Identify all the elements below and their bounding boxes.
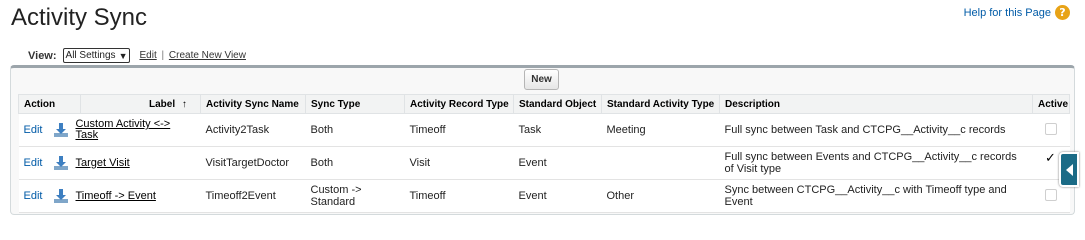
active-checkbox (1045, 122, 1057, 135)
view-select[interactable]: All Settings ▼ (62, 48, 131, 63)
download-icon[interactable] (53, 188, 69, 204)
header-active[interactable]: Active (1032, 94, 1070, 114)
label-link[interactable]: Timeoff -> Event (76, 190, 156, 202)
help-link[interactable]: Help for this Page (964, 7, 1051, 19)
activity-sync-table: Action Label ↑ Activity Sync Name Sync T… (18, 94, 1070, 213)
std-activity-type-cell (601, 146, 720, 180)
new-button[interactable]: New (524, 69, 559, 90)
header-name[interactable]: Activity Sync Name (200, 94, 306, 114)
std-object-cell: Task (513, 113, 602, 147)
active-checkbox-checked (1045, 153, 1057, 168)
header-description[interactable]: Description (719, 94, 1033, 114)
label-link[interactable]: Custom Activity <-> Task (75, 119, 195, 141)
label-link[interactable]: Target Visit (76, 157, 130, 169)
std-object-cell: Event (513, 146, 602, 180)
sort-ascending-icon: ↑ (181, 98, 187, 110)
edit-link[interactable]: Edit (24, 157, 43, 169)
header-std-activity-type[interactable]: Standard Activity Type (601, 94, 720, 114)
std-activity-type-cell: Other (601, 179, 720, 213)
header-action: Action (18, 94, 81, 114)
view-links: Edit | Create New View (139, 50, 245, 61)
help-icon[interactable]: ? (1055, 5, 1070, 20)
create-view-link[interactable]: Create New View (169, 50, 246, 61)
page-title: Activity Sync (11, 4, 148, 31)
description-cell: Full sync between Events and CTCPG__Acti… (719, 146, 1033, 180)
header-label-text: Label (149, 98, 176, 110)
view-link-separator: | (161, 50, 165, 61)
name-cell: Timeoff2Event (200, 179, 306, 213)
header-record-type[interactable]: Activity Record Type (404, 94, 514, 114)
active-cell (1032, 113, 1070, 147)
header-sync-type[interactable]: Sync Type (305, 94, 405, 114)
description-cell: Full sync between Task and CTCPG__Activi… (719, 113, 1033, 147)
sync-type-cell: Both (305, 146, 405, 180)
std-object-cell: Event (513, 179, 602, 213)
sync-type-cell: Both (305, 113, 405, 147)
header-std-object[interactable]: Standard Object (513, 94, 602, 114)
chevron-down-icon: ▼ (118, 50, 128, 61)
edit-link[interactable]: Edit (24, 190, 43, 202)
std-activity-type-cell: Meeting (601, 113, 720, 147)
chevron-left-icon (1065, 163, 1073, 176)
table-row: Edit Custom Activity <-> Task Activity2T… (18, 113, 1070, 147)
name-cell: VisitTargetDoctor (200, 146, 306, 180)
table-header-row: Action Label ↑ Activity Sync Name Sync T… (18, 94, 1070, 114)
table-row: Edit Target Visit VisitTargetDoctor Both… (18, 146, 1070, 180)
label-cell: Timeoff -> Event (53, 179, 201, 213)
table-row: Edit Timeoff -> Event Timeoff2Event Cust… (18, 179, 1070, 213)
sidebar-toggle-tab[interactable] (1059, 152, 1079, 187)
header-label[interactable]: Label ↑ (80, 94, 201, 114)
name-cell: Activity2Task (200, 113, 306, 147)
active-checkbox (1045, 188, 1057, 201)
record-type-cell: Visit (404, 146, 514, 180)
label-cell: Target Visit (53, 146, 201, 180)
record-type-cell: Timeoff (404, 179, 514, 213)
sync-type-cell: Custom -> Standard (305, 179, 405, 213)
download-icon[interactable] (53, 155, 69, 171)
help-area: Help for this Page ? (964, 5, 1070, 20)
description-cell: Sync between CTCPG__Activity__c with Tim… (719, 179, 1033, 213)
record-type-cell: Timeoff (404, 113, 514, 147)
view-select-value: All Settings (65, 50, 116, 61)
edit-link[interactable]: Edit (24, 124, 43, 136)
view-label: View: (28, 49, 57, 62)
edit-view-link[interactable]: Edit (139, 50, 156, 61)
list-panel: New Action Label ↑ Activity Sync Name Sy… (10, 65, 1075, 215)
view-bar: View: All Settings ▼ Edit | Create New V… (28, 48, 246, 63)
label-cell: Custom Activity <-> Task (53, 113, 201, 147)
download-icon[interactable] (53, 122, 69, 138)
